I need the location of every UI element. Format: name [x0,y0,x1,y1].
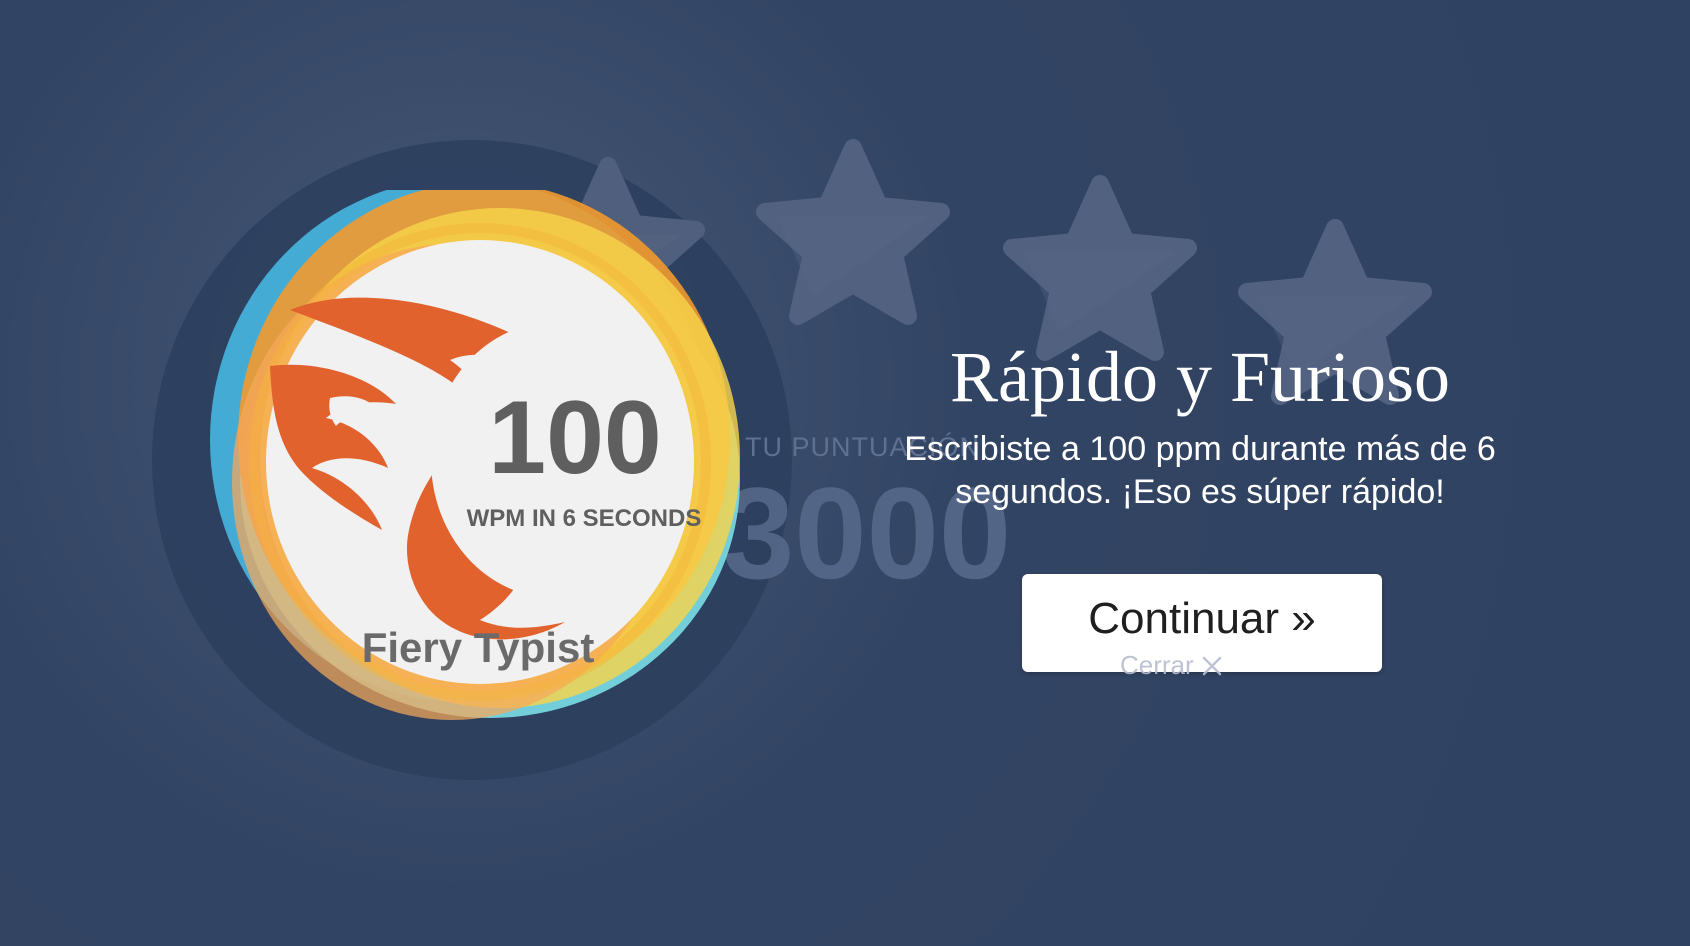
close-icon [1202,656,1221,675]
badge-number: 100 [488,380,662,496]
achievement-screen: { "score": { "label": "TU PUNTUACIÓN", "… [0,0,1690,946]
achievement-title: Rápido y Furioso [949,337,1451,417]
continue-button-label: Continuar » [1088,594,1316,643]
star-icon [765,148,941,316]
star-icon [1012,184,1188,352]
badge-name: Fiery Typist [362,624,595,671]
achievement-description: Escribiste a 100 ppm durante más de 6 se… [904,430,1496,511]
badge-subtitle: WPM IN 6 SECONDS [467,505,702,532]
achievement-badge: 100 WPM IN 6 SECONDS Fiery Typist [210,190,740,720]
close-label: Cerrar [1120,650,1194,680]
close-button[interactable]: Cerrar [1120,650,1224,681]
